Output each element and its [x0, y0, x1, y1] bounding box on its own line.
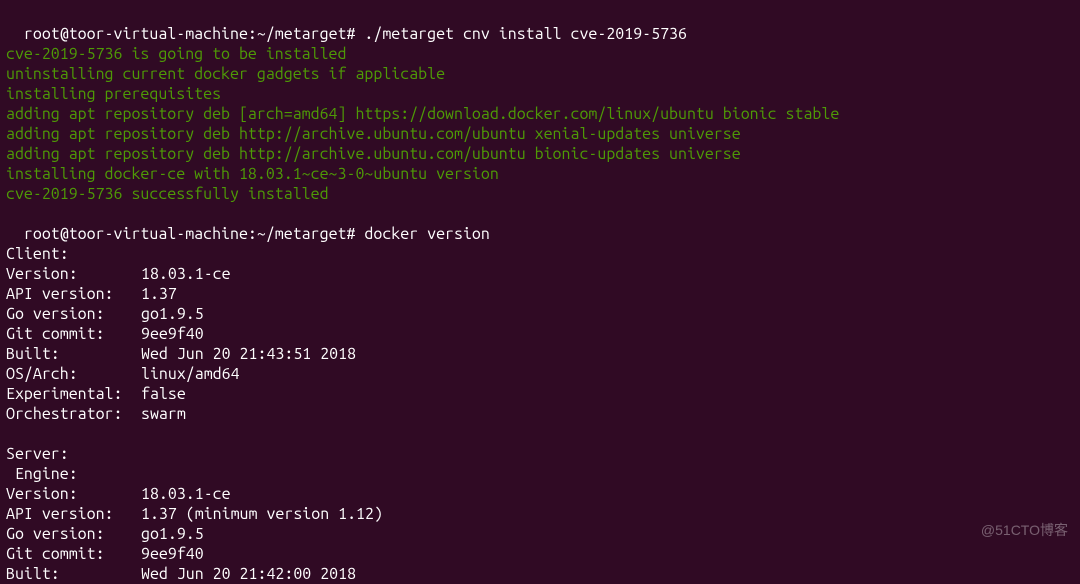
- field-value: 9ee9f40: [141, 544, 204, 564]
- server-row: Go version:go1.9.5: [6, 524, 1074, 544]
- output-line: adding apt repository deb http://archive…: [6, 124, 1074, 144]
- field-label: Go version:: [6, 524, 141, 544]
- output-line: adding apt repository deb http://archive…: [6, 144, 1074, 164]
- field-value: false: [141, 384, 186, 404]
- client-row: OS/Arch:linux/amd64: [6, 364, 1074, 384]
- server-row: Version:18.03.1-ce: [6, 484, 1074, 504]
- field-value: swarm: [141, 404, 186, 424]
- client-row: Git commit:9ee9f40: [6, 324, 1074, 344]
- field-label: Built:: [6, 344, 141, 364]
- field-label: OS/Arch:: [6, 364, 141, 384]
- field-value: 1.37: [141, 284, 177, 304]
- field-value: 18.03.1-ce: [141, 484, 231, 504]
- engine-header: Engine:: [6, 464, 1074, 484]
- client-row: Orchestrator:swarm: [6, 404, 1074, 424]
- output-line: adding apt repository deb [arch=amd64] h…: [6, 104, 1074, 124]
- client-header: Client:: [6, 244, 1074, 264]
- field-label: Experimental:: [6, 384, 141, 404]
- field-value: go1.9.5: [141, 524, 204, 544]
- shell-prompt: root@toor-virtual-machine:~/metarget#: [24, 25, 364, 43]
- client-row: Built:Wed Jun 20 21:43:51 2018: [6, 344, 1074, 364]
- field-value: go1.9.5: [141, 304, 204, 324]
- field-label: Git commit:: [6, 544, 141, 564]
- field-label: Git commit:: [6, 324, 141, 344]
- field-value: 9ee9f40: [141, 324, 204, 344]
- blank-line: [6, 424, 1074, 444]
- output-line: cve-2019-5736 is going to be installed: [6, 44, 1074, 64]
- server-header: Server:: [6, 444, 1074, 464]
- field-label: Go version:: [6, 304, 141, 324]
- field-value: Wed Jun 20 21:43:51 2018: [141, 344, 356, 364]
- install-output: cve-2019-5736 is going to be installed u…: [6, 44, 1074, 204]
- field-value: 18.03.1-ce: [141, 264, 231, 284]
- prompt-line-1[interactable]: root@toor-virtual-machine:~/metarget# ./…: [6, 4, 1074, 44]
- shell-command: docker version: [364, 225, 489, 243]
- server-row: API version:1.37 (minimum version 1.12): [6, 504, 1074, 524]
- field-label: API version:: [6, 284, 141, 304]
- field-value: linux/amd64: [141, 364, 240, 384]
- field-value: 1.37 (minimum version 1.12): [141, 504, 383, 524]
- docker-version-output: Client: Version:18.03.1-ce API version:1…: [6, 244, 1074, 584]
- field-label: API version:: [6, 504, 141, 524]
- output-line: cve-2019-5736 successfully installed: [6, 184, 1074, 204]
- prompt-line-2[interactable]: root@toor-virtual-machine:~/metarget# do…: [6, 204, 1074, 244]
- output-line: installing prerequisites: [6, 84, 1074, 104]
- client-row: Version:18.03.1-ce: [6, 264, 1074, 284]
- shell-command: ./metarget cnv install cve-2019-5736: [364, 25, 687, 43]
- client-row: Go version:go1.9.5: [6, 304, 1074, 324]
- field-label: Version:: [6, 484, 141, 504]
- output-line: uninstalling current docker gadgets if a…: [6, 64, 1074, 84]
- watermark-text: @51CTO博客: [981, 520, 1068, 540]
- field-label: Orchestrator:: [6, 404, 141, 424]
- server-row: Built:Wed Jun 20 21:42:00 2018: [6, 564, 1074, 584]
- client-row: Experimental:false: [6, 384, 1074, 404]
- output-line: installing docker-ce with 18.03.1~ce~3-0…: [6, 164, 1074, 184]
- field-value: Wed Jun 20 21:42:00 2018: [141, 564, 356, 584]
- field-label: Version:: [6, 264, 141, 284]
- field-label: Built:: [6, 564, 141, 584]
- server-row: Git commit:9ee9f40: [6, 544, 1074, 564]
- client-row: API version:1.37: [6, 284, 1074, 304]
- shell-prompt: root@toor-virtual-machine:~/metarget#: [24, 225, 364, 243]
